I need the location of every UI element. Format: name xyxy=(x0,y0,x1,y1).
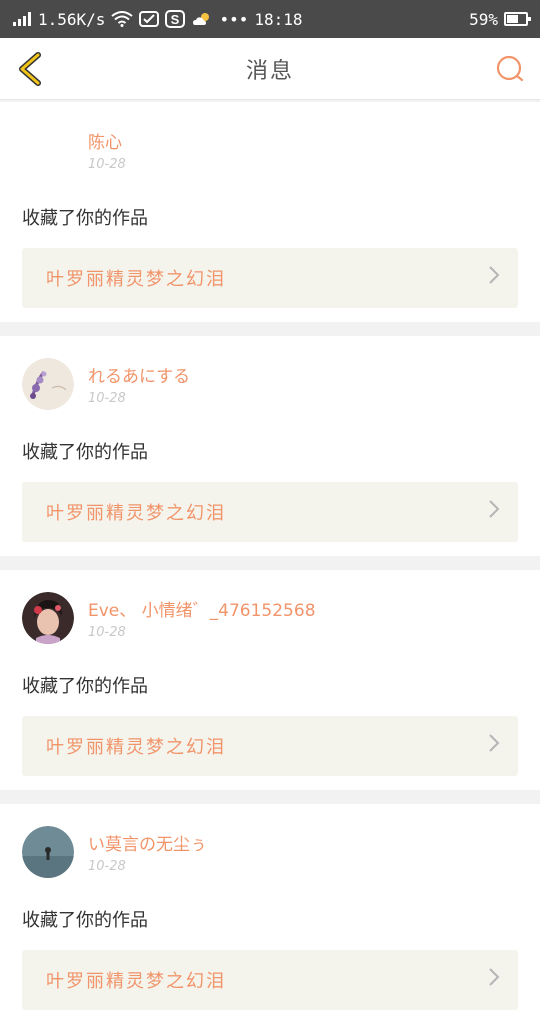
notification-card: れるあにする 10-28 收藏了你的作品 叶罗丽精灵梦之幻泪 xyxy=(0,336,540,556)
chevron-right-icon xyxy=(488,733,500,759)
username[interactable]: 陈心 xyxy=(88,128,126,153)
weather-icon xyxy=(191,11,213,27)
work-link[interactable]: 叶罗丽精灵梦之幻泪 xyxy=(22,482,518,542)
notification-card: い莫言の无尘ぅ 10-28 收藏了你的作品 叶罗丽精灵梦之幻泪 xyxy=(0,804,540,1024)
notification-list: 陈心 10-28 收藏了你的作品 叶罗丽精灵梦之幻泪 れるあにする 10-28 … xyxy=(0,100,540,1024)
svg-text:S: S xyxy=(171,12,180,27)
wifi-icon xyxy=(111,11,134,27)
search-icon xyxy=(496,55,524,81)
timestamp: 10-28 xyxy=(88,391,126,406)
work-title: 叶罗丽精灵梦之幻泪 xyxy=(46,971,226,992)
battery-percent: 59% xyxy=(469,9,498,29)
work-link[interactable]: 叶罗丽精灵梦之幻泪 xyxy=(22,950,518,1010)
s-app-icon: S xyxy=(165,10,186,28)
user-row: 陈心 10-28 xyxy=(22,124,518,176)
network-speed: 1.56K/s xyxy=(38,9,106,29)
work-title: 叶罗丽精灵梦之幻泪 xyxy=(46,737,226,758)
status-bar: 1.56K/s S ••• 18:18 59% xyxy=(0,0,540,38)
timestamp: 10-28 xyxy=(88,625,126,640)
more-dots-icon: ••• xyxy=(219,9,249,29)
user-row: い莫言の无尘ぅ 10-28 xyxy=(22,826,518,878)
avatar[interactable] xyxy=(22,592,74,644)
username[interactable]: い莫言の无尘ぅ xyxy=(88,830,207,855)
page-title: 消息 xyxy=(245,58,294,84)
action-text: 收藏了你的作品 xyxy=(22,208,148,229)
timestamp: 10-28 xyxy=(88,157,126,172)
work-title: 叶罗丽精灵梦之幻泪 xyxy=(46,503,226,524)
work-title: 叶罗丽精灵梦之幻泪 xyxy=(46,269,226,290)
user-row: れるあにする 10-28 xyxy=(22,358,518,410)
action-text: 收藏了你的作品 xyxy=(22,676,148,697)
work-link[interactable]: 叶罗丽精灵梦之幻泪 xyxy=(22,716,518,776)
notification-card: Eve、 小情绪゛_476152568 10-28 收藏了你的作品 叶罗丽精灵梦… xyxy=(0,570,540,790)
user-row: Eve、 小情绪゛_476152568 10-28 xyxy=(22,592,518,644)
message-app-icon xyxy=(139,10,160,28)
username[interactable]: れるあにする xyxy=(88,362,190,387)
chevron-right-icon xyxy=(488,967,500,993)
app-header: 消息 xyxy=(0,38,540,100)
signal-icon xyxy=(12,11,32,27)
work-link[interactable]: 叶罗丽精灵梦之幻泪 xyxy=(22,248,518,308)
action-text: 收藏了你的作品 xyxy=(22,442,148,463)
avatar[interactable] xyxy=(22,358,74,410)
timestamp: 10-28 xyxy=(88,859,126,874)
action-text: 收藏了你的作品 xyxy=(22,910,148,931)
chevron-left-icon xyxy=(19,51,41,86)
search-button[interactable] xyxy=(494,53,526,85)
notification-card: 陈心 10-28 收藏了你的作品 叶罗丽精灵梦之幻泪 xyxy=(0,102,540,322)
avatar[interactable] xyxy=(22,826,74,878)
avatar[interactable] xyxy=(22,124,74,176)
chevron-right-icon xyxy=(488,499,500,525)
clock: 18:18 xyxy=(254,9,303,29)
username[interactable]: Eve、 小情绪゛_476152568 xyxy=(88,596,316,621)
battery-icon xyxy=(504,12,531,26)
chevron-right-icon xyxy=(488,265,500,291)
back-button[interactable] xyxy=(14,51,46,86)
